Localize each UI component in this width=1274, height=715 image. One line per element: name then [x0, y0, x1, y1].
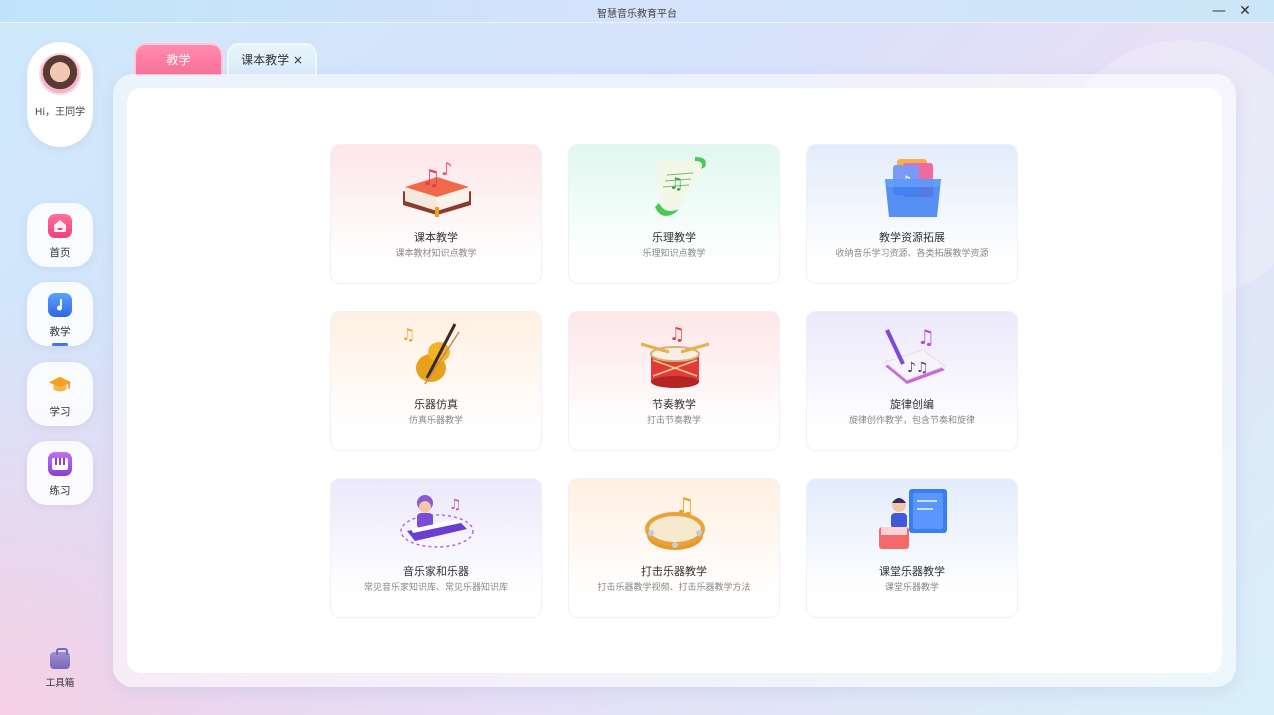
card-subtitle: 常见音乐家知识库、常见乐器知识库: [363, 583, 508, 593]
card-title: 教学资源拓展: [879, 231, 945, 244]
card-subtitle: 打击节奏教学: [646, 416, 701, 426]
card-subtitle: 旋律创作教学，包含节奏和旋律: [848, 416, 975, 426]
minimize-button[interactable]: —: [1211, 3, 1227, 19]
card-subtitle: 打击乐器教学视频、打击乐器教学方法: [597, 583, 751, 593]
resource-folder-icon: ♪: [873, 151, 953, 223]
card-rhythm-teaching[interactable]: ♫ 节奏教学 打击节奏教学: [568, 311, 780, 451]
svg-text:♫: ♫: [669, 174, 683, 193]
violin-icon: ♫: [397, 318, 477, 390]
card-subtitle: 课堂乐器教学: [884, 583, 939, 593]
title-bar: 智慧音乐教育平台 — ✕: [0, 0, 1274, 23]
home-icon: [48, 214, 72, 238]
card-title: 课堂乐器教学: [879, 565, 945, 578]
card-subtitle: 收纳音乐学习资源、各类拓展教学资源: [835, 249, 989, 259]
active-indicator: [52, 343, 68, 346]
card-resource-expansion[interactable]: ♪ 教学资源拓展 收纳音乐学习资源、各类拓展教学资源: [806, 144, 1018, 284]
toolbox-button[interactable]: 工具箱: [36, 648, 84, 692]
card-subtitle: 乐理知识点教学: [642, 249, 706, 259]
card-music-theory[interactable]: ♫ 乐理教学 乐理知识点教学: [568, 144, 780, 284]
sidebar-item-label: 练习: [49, 485, 71, 497]
svg-text:♫: ♫: [401, 325, 415, 344]
tab-teaching[interactable]: 教学: [134, 43, 223, 75]
card-title: 旋律创编: [890, 398, 934, 411]
svg-text:♫: ♫: [675, 494, 695, 519]
svg-text:♫: ♫: [669, 324, 685, 345]
sidebar-item-practice[interactable]: 练习: [27, 441, 93, 505]
svg-text:♫: ♫: [421, 166, 441, 191]
card-percussion-teaching[interactable]: ♫ 打击乐器教学 打击乐器教学视频、打击乐器教学方法: [568, 478, 780, 618]
app-title: 智慧音乐教育平台: [597, 9, 677, 20]
card-title: 课本教学: [414, 231, 458, 244]
music-book-icon: ♫ ♪: [397, 151, 477, 223]
avatar[interactable]: [39, 53, 81, 95]
tambourine-icon: ♫: [635, 485, 715, 557]
piano-keys-icon: [48, 452, 72, 476]
svg-text:♫: ♫: [449, 497, 462, 513]
close-window-button[interactable]: ✕: [1237, 3, 1253, 19]
card-title: 节奏教学: [652, 398, 696, 411]
card-classroom-instruments[interactable]: 课堂乐器教学 课堂乐器教学: [806, 478, 1018, 618]
music-note-icon: [48, 293, 72, 317]
card-title: 音乐家和乐器: [403, 565, 469, 578]
card-title: 打击乐器教学: [641, 565, 707, 578]
card-title: 乐理教学: [652, 231, 696, 244]
user-profile[interactable]: Hi，王同学: [27, 42, 93, 147]
svg-text:♪♫: ♪♫: [907, 360, 929, 376]
graduation-cap-icon: [48, 373, 72, 397]
card-melody-creation[interactable]: ♪♫ ♫ 旋律创编 旋律创作教学，包含节奏和旋律: [806, 311, 1018, 451]
sidebar-item-learning[interactable]: 学习: [27, 362, 93, 426]
card-musicians-and-instruments[interactable]: ♫ 音乐家和乐器 常见音乐家知识库、常见乐器知识库: [330, 478, 542, 618]
tab-textbook-teaching[interactable]: 课本教学 ×: [227, 43, 317, 75]
card-textbook-teaching[interactable]: ♫ ♪ 课本教学 课本教材知识点教学: [330, 144, 542, 284]
svg-text:♫: ♫: [917, 325, 935, 349]
sheet-music-scroll-icon: ♫: [635, 151, 715, 223]
user-greeting: Hi，王同学: [34, 107, 86, 118]
classroom-teacher-icon: [873, 485, 953, 557]
toolbox-icon: [50, 648, 70, 669]
sidebar-item-label: 学习: [49, 406, 71, 418]
sidebar-item-label: 首页: [49, 247, 71, 259]
card-instrument-simulation[interactable]: ♫ 乐器仿真 仿真乐器教学: [330, 311, 542, 451]
composition-pen-icon: ♪♫ ♫: [873, 318, 953, 390]
drum-icon: ♫: [635, 318, 715, 390]
toolbox-label: 工具箱: [45, 678, 75, 689]
card-title: 乐器仿真: [414, 398, 458, 411]
card-subtitle: 课本教材知识点教学: [395, 249, 477, 259]
sidebar-item-label: 教学: [49, 326, 71, 338]
card-subtitle: 仿真乐器教学: [408, 416, 463, 426]
svg-text:♪: ♪: [441, 159, 453, 180]
sidebar-item-home[interactable]: 首页: [27, 203, 93, 267]
musician-keyboard-icon: ♫: [397, 485, 477, 557]
sidebar-item-teaching[interactable]: 教学: [27, 282, 93, 346]
